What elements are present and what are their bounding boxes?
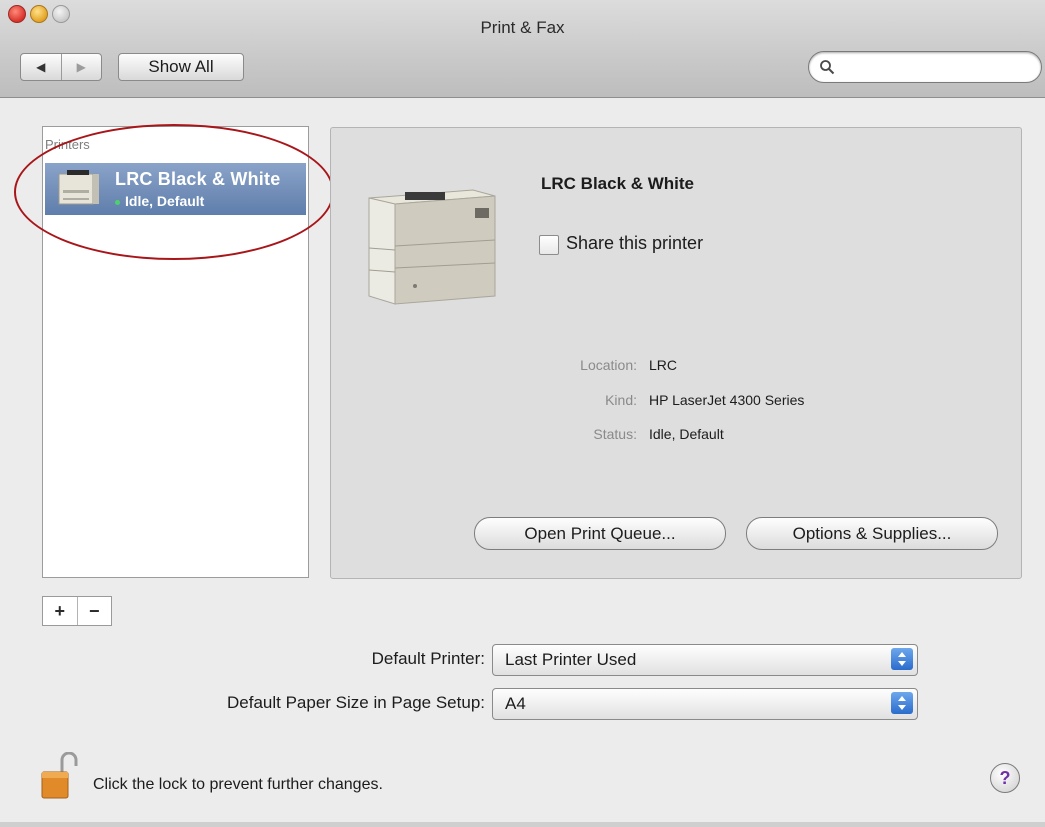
location-label: Location: bbox=[580, 357, 637, 373]
lock-text: Click the lock to prevent further change… bbox=[93, 776, 383, 793]
printer-list-item[interactable]: LRC Black & White Idle, Default bbox=[45, 163, 306, 215]
add-printer-button[interactable]: + bbox=[43, 597, 77, 625]
back-forward-control: ◀ ▶ bbox=[20, 53, 102, 81]
printer-item-status: Idle, Default bbox=[115, 193, 204, 209]
default-printer-label: Default Printer: bbox=[371, 649, 485, 668]
popup-arrows-icon bbox=[891, 692, 913, 714]
search-input[interactable] bbox=[839, 56, 1033, 78]
search-field[interactable] bbox=[808, 51, 1042, 83]
print-fax-window: Print & Fax ◀ ▶ Show All Printers LRC Bl… bbox=[0, 0, 1045, 827]
window-bottom-edge bbox=[0, 822, 1045, 827]
status-value: Idle, Default bbox=[649, 426, 724, 442]
location-value: LRC bbox=[649, 357, 678, 373]
default-printer-value: Last Printer Used bbox=[505, 650, 637, 669]
open-print-queue-button[interactable]: Open Print Queue... bbox=[474, 517, 726, 550]
help-button[interactable]: ? bbox=[990, 763, 1020, 793]
default-printer-popup[interactable]: Last Printer Used bbox=[492, 644, 918, 676]
kind-label: Kind: bbox=[605, 392, 637, 408]
back-arrow-icon: ◀ bbox=[36, 60, 46, 74]
forward-button[interactable]: ▶ bbox=[60, 54, 102, 80]
printer-name: LRC Black & White bbox=[541, 174, 695, 193]
lock-icon[interactable] bbox=[40, 752, 80, 800]
popup-arrows-icon bbox=[891, 648, 913, 670]
printer-icon bbox=[368, 189, 496, 305]
toolbar: Print & Fax ◀ ▶ Show All bbox=[0, 0, 1045, 98]
share-printer-checkbox[interactable] bbox=[539, 235, 559, 255]
printer-item-name: LRC Black & White bbox=[115, 169, 281, 189]
printers-list-header: Printers bbox=[45, 137, 90, 152]
printer-details-panel: LRC Black & White Share this printer Loc… bbox=[330, 127, 1022, 579]
kind-value: HP LaserJet 4300 Series bbox=[649, 392, 805, 408]
back-button[interactable]: ◀ bbox=[21, 54, 61, 80]
paper-size-value: A4 bbox=[505, 694, 526, 713]
status-dot-icon bbox=[115, 199, 120, 205]
window-title: Print & Fax bbox=[480, 18, 565, 37]
help-icon: ? bbox=[999, 767, 1011, 788]
paper-size-popup[interactable]: A4 bbox=[492, 688, 918, 720]
printer-icon bbox=[58, 170, 99, 205]
add-remove-control: + − bbox=[42, 596, 112, 626]
remove-printer-button[interactable]: − bbox=[76, 597, 112, 625]
options-supplies-button[interactable]: Options & Supplies... bbox=[746, 517, 998, 550]
share-printer-label[interactable]: Share this printer bbox=[566, 233, 703, 254]
printers-list[interactable]: Printers LRC Black & White Idle, Default bbox=[42, 126, 309, 578]
forward-arrow-icon: ▶ bbox=[76, 60, 86, 74]
printer-item-status-text: Idle, Default bbox=[125, 193, 205, 209]
paper-size-label: Default Paper Size in Page Setup: bbox=[227, 693, 485, 712]
show-all-button[interactable]: Show All bbox=[118, 53, 244, 81]
search-icon bbox=[820, 60, 835, 75]
status-label: Status: bbox=[593, 426, 637, 442]
